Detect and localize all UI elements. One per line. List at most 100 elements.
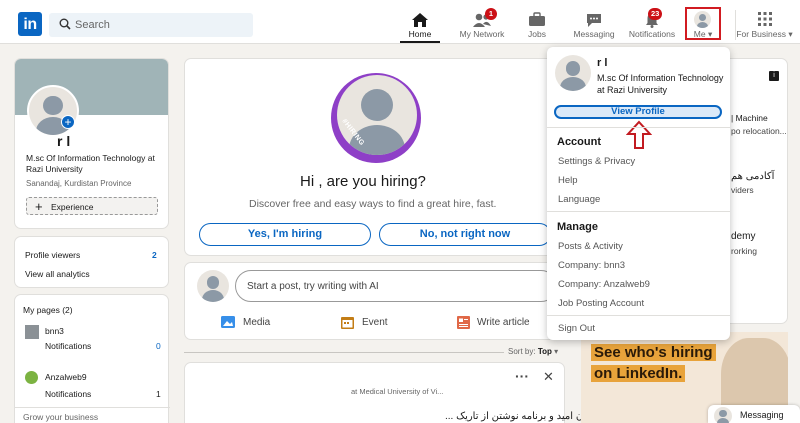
experience-label: Experience xyxy=(51,202,94,212)
nav-my-network[interactable]: 1 My Network xyxy=(457,8,507,40)
active-tab-underline xyxy=(400,41,440,43)
news-line: viders xyxy=(731,185,754,195)
linkedin-logo[interactable]: in xyxy=(18,12,42,36)
help-link[interactable]: Help xyxy=(558,175,578,186)
profile-location: Sanandaj, Kurdistan Province xyxy=(26,179,132,188)
company-anzalweb9-link[interactable]: Company: Anzalweb9 xyxy=(558,279,650,290)
profile-card: + r l M.sc Of Information Technology at … xyxy=(14,58,169,229)
calendar-icon xyxy=(341,317,354,329)
network-badge: 1 xyxy=(485,8,497,20)
page-logo-anzalweb9[interactable] xyxy=(25,371,38,384)
plus-icon: + xyxy=(35,199,43,214)
feed-post: at Medical University of Vi... ··· ✕ باش… xyxy=(184,362,627,423)
news-line[interactable]: demy xyxy=(731,231,755,242)
divider xyxy=(15,407,170,408)
search-icon xyxy=(59,18,71,30)
add-photo-icon[interactable]: + xyxy=(61,115,75,129)
page-name-bnn3[interactable]: bnn3 xyxy=(45,326,64,336)
company-bnn3-link[interactable]: Company: bnn3 xyxy=(558,260,625,271)
nav-notifications-label: Notifications xyxy=(628,29,676,39)
profile-viewers-label[interactable]: Profile viewers xyxy=(25,250,80,260)
news-line[interactable]: | Machine xyxy=(731,113,768,123)
media-label: Media xyxy=(243,317,271,328)
my-pages-card: My pages (2) bnn3 Notifications 0 Anzalw… xyxy=(14,294,170,423)
view-all-analytics-link[interactable]: View all analytics xyxy=(25,269,90,279)
arrow-up-icon xyxy=(626,120,652,149)
news-line: rorking xyxy=(731,246,757,256)
write-article-label: Write article xyxy=(477,317,530,328)
messaging-label: Messaging xyxy=(740,410,784,420)
promo-line1: See who's hiring xyxy=(591,344,716,361)
posts-activity-link[interactable]: Posts & Activity xyxy=(558,241,623,252)
page-notifications-label[interactable]: Notifications xyxy=(45,389,91,399)
news-line[interactable]: آکادمی هم xyxy=(731,171,774,182)
grow-business-link[interactable]: Grow your business xyxy=(23,412,98,422)
nav-messaging[interactable]: Messaging xyxy=(572,10,616,40)
settings-privacy-link[interactable]: Settings & Privacy xyxy=(558,156,635,167)
start-post-placeholder: Start a post, try writing with AI xyxy=(247,281,379,292)
divider xyxy=(547,211,730,212)
page-notifications-count: 0 xyxy=(156,341,161,351)
nav-for-business[interactable]: For Business ▾ xyxy=(735,10,793,40)
more-options-icon[interactable]: ··· xyxy=(515,368,529,384)
page-logo-bnn3[interactable] xyxy=(25,325,39,339)
hiring-avatar xyxy=(337,75,417,155)
hiring-title: Hi , are you hiring? xyxy=(300,173,426,190)
dropdown-name[interactable]: r l xyxy=(597,57,607,69)
sort-by-value: Top xyxy=(537,347,552,356)
search-placeholder: Search xyxy=(75,19,110,31)
sort-by-label: Sort by: xyxy=(508,347,536,356)
profile-avatar[interactable] xyxy=(27,85,79,137)
top-nav-bar: in Search Home 1 My Network Jobs Messagi… xyxy=(0,0,800,44)
account-section-title: Account xyxy=(557,136,601,148)
manage-section-title: Manage xyxy=(557,221,598,233)
hiring-subtitle: Discover free and easy ways to find a gr… xyxy=(249,198,497,210)
news-line: po relocation... xyxy=(731,126,787,136)
caret-down-icon: ▾ xyxy=(554,347,559,356)
dropdown-avatar[interactable] xyxy=(555,55,591,91)
post-meta: at Medical University of Vi... xyxy=(351,387,444,396)
job-posting-account-link[interactable]: Job Posting Account xyxy=(558,298,644,309)
add-experience-button[interactable]: + Experience xyxy=(26,197,158,215)
search-input[interactable]: Search xyxy=(49,13,253,37)
nav-jobs-label: Jobs xyxy=(528,29,546,39)
article-icon xyxy=(457,316,470,329)
not-now-button[interactable]: No, not right now xyxy=(379,223,551,246)
grid-apps-icon xyxy=(757,12,772,26)
start-post-input[interactable]: Start a post, try writing with AI xyxy=(235,270,557,302)
caret-down-icon: ▾ xyxy=(788,29,793,39)
sort-by-dropdown[interactable]: Sort by: Top ▾ xyxy=(508,347,558,356)
profile-name[interactable]: r l xyxy=(57,133,70,149)
promo-line2: on LinkedIn. xyxy=(591,365,686,382)
my-pages-title: My pages (2) xyxy=(23,305,73,315)
sign-out-link[interactable]: Sign Out xyxy=(558,323,595,334)
notifications-badge: 23 xyxy=(648,8,663,20)
profile-headline: M.sc Of Information Technology at Razi U… xyxy=(26,153,155,174)
composer-avatar xyxy=(197,270,229,302)
dropdown-headline: M.sc Of Information Technology at Razi U… xyxy=(597,73,724,95)
event-label: Event xyxy=(362,317,388,328)
messaging-bar[interactable]: Messaging xyxy=(708,405,800,423)
chat-icon xyxy=(587,14,601,27)
page-notifications-label[interactable]: Notifications xyxy=(45,341,91,351)
divider xyxy=(547,127,730,128)
sort-divider xyxy=(184,352,504,353)
analytics-card: Profile viewers 2 View all analytics xyxy=(14,236,169,288)
language-link[interactable]: Language xyxy=(558,194,600,205)
divider xyxy=(547,315,730,316)
yes-hiring-button[interactable]: Yes, I'm hiring xyxy=(199,223,371,246)
info-icon[interactable]: i xyxy=(769,71,779,81)
briefcase-icon xyxy=(529,12,545,26)
image-icon xyxy=(221,316,235,328)
nav-messaging-label: Messaging xyxy=(573,29,615,39)
profile-viewers-count[interactable]: 2 xyxy=(152,250,157,260)
me-highlight-box xyxy=(685,7,721,40)
page-name-anzalweb9[interactable]: Anzalweb9 xyxy=(45,372,87,382)
hiring-card: #HIRING Hi , are you hiring? Discover fr… xyxy=(184,58,565,256)
nav-home[interactable]: Home xyxy=(400,10,440,40)
view-profile-button[interactable]: View Profile xyxy=(554,105,722,119)
close-icon[interactable]: ✕ xyxy=(543,369,554,385)
nav-notifications[interactable]: 23 Notifications xyxy=(626,8,678,40)
home-icon xyxy=(412,13,428,27)
nav-jobs[interactable]: Jobs xyxy=(520,10,554,40)
